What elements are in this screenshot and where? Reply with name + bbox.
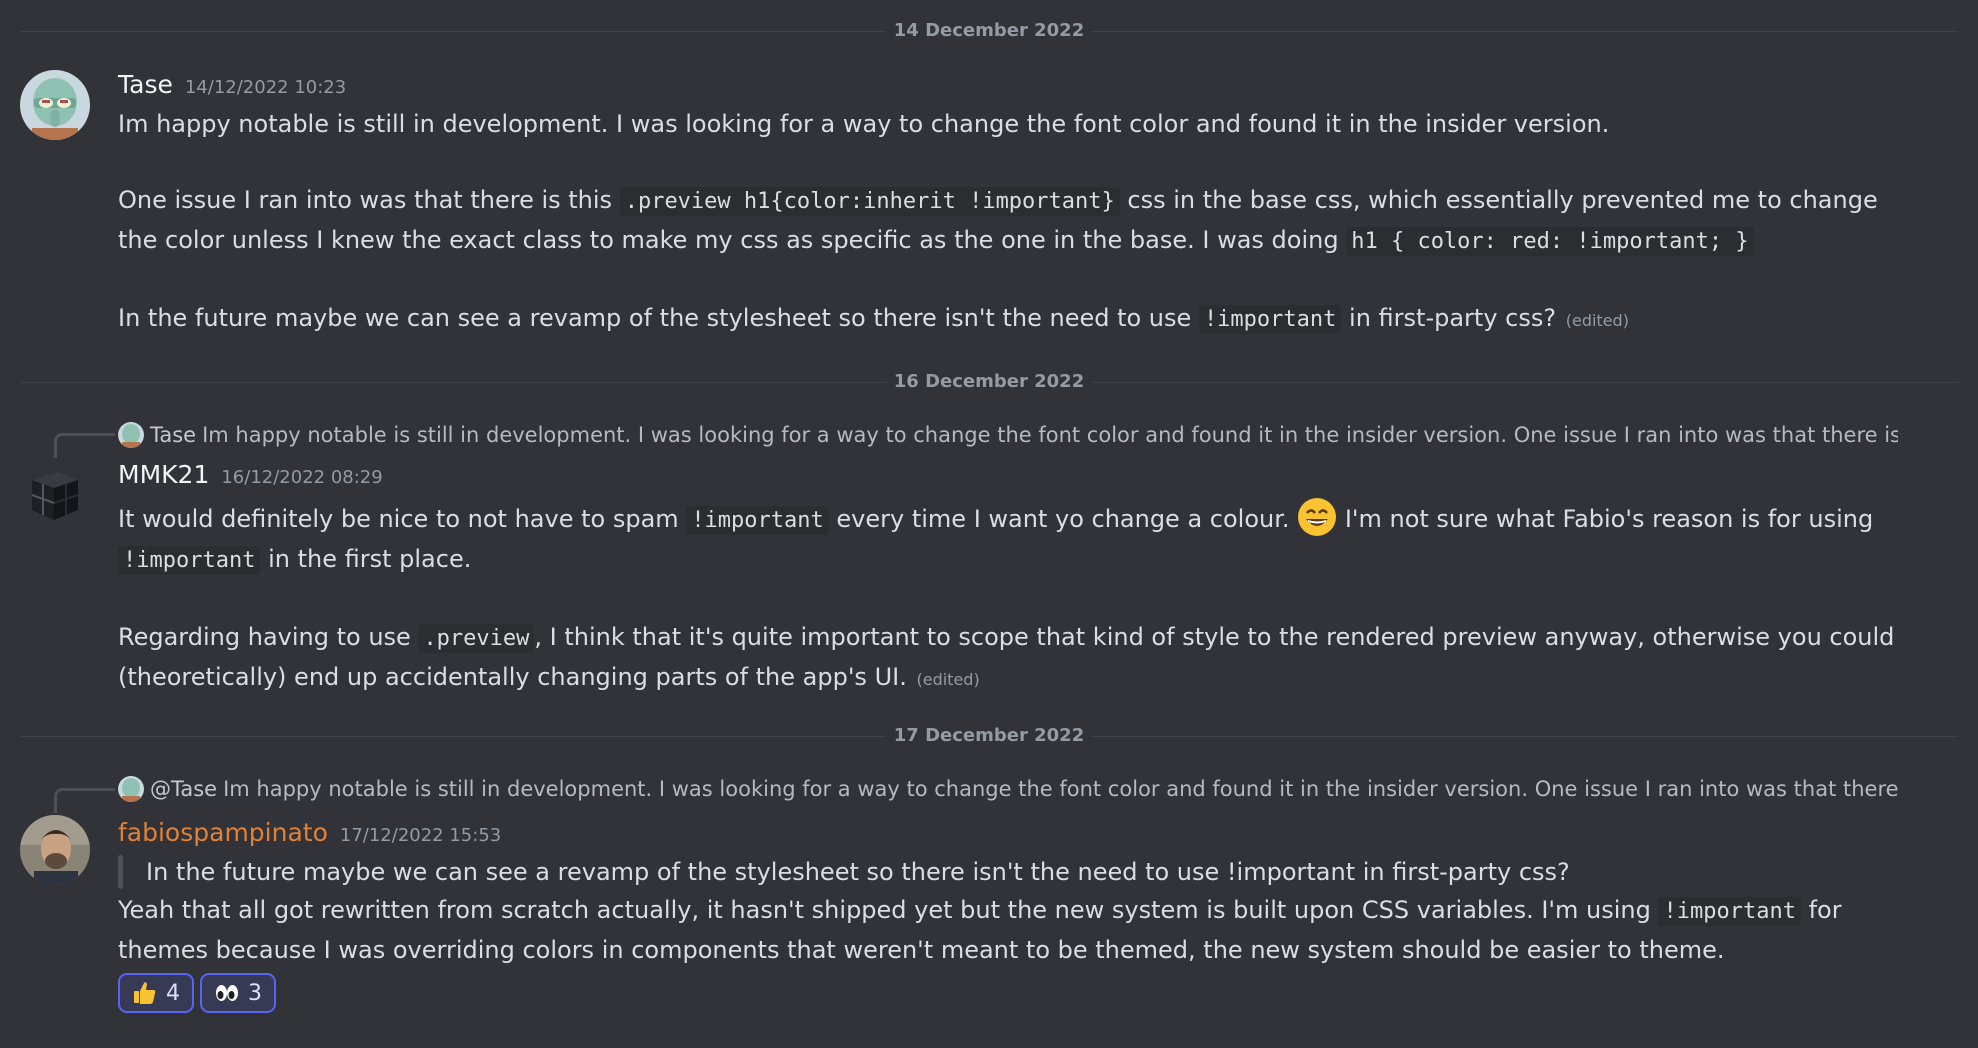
text: It would definitely be nice to not have … — [118, 505, 679, 533]
reaction-count: 3 — [248, 980, 262, 1006]
reply-author[interactable]: @Tase — [150, 777, 217, 801]
text: I'm not sure what Fabio's reason is for … — [1344, 505, 1874, 533]
date-divider: 17 December 2022 — [20, 725, 1958, 747]
reply-spine — [54, 433, 115, 458]
reactions-bar: 4 3 — [118, 973, 276, 1013]
date-divider: 16 December 2022 — [20, 371, 1958, 393]
reply-preview[interactable]: @Tase Im happy notable is still in develo… — [118, 774, 1898, 804]
eyes-icon — [216, 985, 238, 1001]
inline-code: h1 { color: red: !important; } — [1346, 227, 1754, 256]
inline-code: !important — [1658, 897, 1801, 926]
reply-text: Im happy notable is still in development… — [202, 423, 1898, 447]
reply-text: Im happy notable is still in development… — [223, 777, 1898, 801]
message-header: fabiospampinato 17/12/2022 15:53 — [118, 818, 501, 847]
text: One issue I ran into was that there is t… — [118, 186, 613, 214]
text: In the future maybe we can see a revamp … — [146, 858, 1570, 886]
person-avatar-icon — [20, 815, 90, 885]
edited-label: (edited) — [916, 670, 980, 689]
reaction-eyes[interactable]: 3 — [200, 973, 276, 1013]
message-line: the color unless I knew the exact class … — [118, 221, 1958, 261]
reaction-count: 4 — [166, 980, 180, 1006]
text: for — [1808, 896, 1842, 924]
date-divider-label: 16 December 2022 — [885, 371, 1093, 393]
inline-code: .preview — [418, 624, 535, 653]
text: , I think that it's quite important to s… — [534, 623, 1895, 651]
text: (theoretically) end up accidentally chan… — [118, 663, 907, 691]
username[interactable]: Tase — [118, 70, 173, 99]
timestamp[interactable]: 17/12/2022 15:53 — [340, 825, 501, 846]
text: themes because I was overriding colors i… — [118, 936, 1725, 964]
message-line: !important in the first place. — [118, 540, 1958, 580]
inline-code: !important — [686, 506, 829, 535]
timestamp[interactable]: 16/12/2022 08:29 — [221, 467, 382, 488]
text: Regarding having to use — [118, 623, 411, 651]
reply-avatar-icon — [118, 422, 144, 448]
text: In the future maybe we can see a revamp … — [118, 304, 1192, 332]
message-header: MMK21 16/12/2022 08:29 — [118, 460, 383, 489]
reply-preview[interactable]: Tase Im happy notable is still in develop… — [118, 420, 1898, 450]
edited-label: (edited) — [1565, 311, 1629, 330]
date-divider: 14 December 2022 — [20, 20, 1958, 42]
reply-spine — [54, 788, 115, 813]
username[interactable]: MMK21 — [118, 460, 209, 489]
thumbs-up-icon — [134, 982, 156, 1004]
blockquote: In the future maybe we can see a revamp … — [118, 853, 1958, 891]
username[interactable]: fabiospampinato — [118, 818, 328, 847]
date-divider-label: 17 December 2022 — [885, 725, 1093, 747]
text: the color unless I knew the exact class … — [118, 226, 1339, 254]
text: css in the base css, which essentially p… — [1127, 186, 1878, 214]
text: Yeah that all got rewritten from scratch… — [118, 896, 1651, 924]
timestamp[interactable]: 14/12/2022 10:23 — [185, 77, 346, 98]
squidward-avatar-icon — [20, 70, 90, 140]
text: in the first place. — [268, 545, 472, 573]
message-content: Im happy notable is still in development… — [118, 105, 1958, 340]
date-divider-label: 14 December 2022 — [885, 20, 1093, 42]
message-content: In the future maybe we can see a revamp … — [118, 853, 1958, 969]
grinning-emoji-icon — [1297, 497, 1337, 537]
avatar[interactable] — [20, 815, 90, 885]
message-line: themes because I was overriding colors i… — [118, 931, 1958, 969]
message-line: It would definitely be nice to not have … — [118, 497, 1958, 540]
message-line: Im happy notable is still in development… — [118, 105, 1958, 143]
text: in first-party css? — [1349, 304, 1557, 332]
inline-code: .preview h1{color:inherit !important} — [619, 187, 1120, 216]
reply-author[interactable]: Tase — [150, 423, 196, 447]
message-line: One issue I ran into was that there is t… — [118, 181, 1958, 221]
message-line: Regarding having to use .preview, I thin… — [118, 618, 1958, 658]
cube-avatar-icon — [31, 472, 79, 520]
text: Im happy notable is still in development… — [118, 110, 1610, 138]
reaction-thumbs-up[interactable]: 4 — [118, 973, 194, 1013]
avatar[interactable] — [20, 70, 90, 140]
inline-code: !important — [1198, 305, 1342, 334]
avatar[interactable] — [20, 458, 90, 528]
reply-avatar-icon — [118, 776, 144, 802]
message-content: It would definitely be nice to not have … — [118, 497, 1958, 699]
text: every time I want yo change a colour. — [836, 505, 1290, 533]
message-line: Yeah that all got rewritten from scratch… — [118, 891, 1958, 931]
message-header: Tase 14/12/2022 10:23 — [118, 70, 346, 99]
message-line: In the future maybe we can see a revamp … — [118, 299, 1958, 340]
message-line: (theoretically) end up accidentally chan… — [118, 658, 1958, 699]
chat-view: 14 December 2022 Tase 14/12/2022 10:23 Im… — [0, 0, 1978, 1048]
inline-code: !important — [118, 546, 261, 575]
